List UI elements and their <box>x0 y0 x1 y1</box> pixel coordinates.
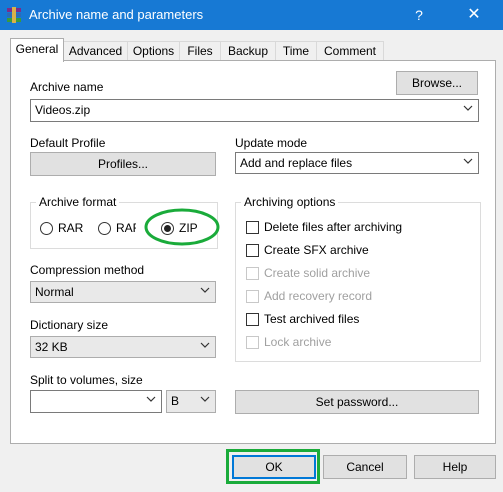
compression-method-value: Normal <box>35 285 74 299</box>
tab-comment[interactable]: Comment <box>316 41 384 61</box>
archiving-options-legend: Archiving options <box>241 195 339 209</box>
split-unit-value: B <box>171 394 180 408</box>
create-sfx-checkbox[interactable] <box>246 244 259 257</box>
help-title-button[interactable]: ? <box>407 4 431 26</box>
lock-archive-label: Lock archive <box>264 335 332 349</box>
radio-rar-label: RAR <box>58 221 84 235</box>
update-mode-value: Add and replace files <box>240 156 353 170</box>
dictionary-size-combo[interactable]: 32 KB <box>30 336 216 358</box>
create-solid-checkbox[interactable] <box>246 267 259 280</box>
split-unit-combo[interactable]: B <box>166 390 216 413</box>
compression-method-combo[interactable]: Normal <box>30 281 216 303</box>
test-files-label: Test archived files <box>264 312 360 326</box>
recovery-record-label: Add recovery record <box>264 289 373 303</box>
delete-files-checkbox[interactable] <box>246 221 259 234</box>
cancel-button[interactable]: Cancel <box>323 455 407 479</box>
chevron-down-icon <box>146 396 156 402</box>
tab-options[interactable]: Options <box>127 41 180 61</box>
close-button[interactable]: ✕ <box>462 4 486 26</box>
window-title: Archive name and parameters <box>29 7 204 22</box>
help-button[interactable]: Help <box>414 455 496 479</box>
dictionary-size-value: 32 KB <box>35 340 68 354</box>
radio-rar[interactable] <box>40 222 53 235</box>
delete-files-label: Delete files after archiving <box>264 220 403 234</box>
update-mode-label: Update mode <box>235 136 308 150</box>
compression-method-label: Compression method <box>30 263 145 277</box>
dictionary-size-label: Dictionary size <box>30 318 109 332</box>
chevron-down-icon <box>463 158 473 164</box>
split-volumes-label: Split to volumes, size <box>30 373 143 387</box>
general-panel: Archive name Browse... Videos.zip Defaul… <box>10 60 496 444</box>
ok-highlight-box <box>226 449 320 484</box>
tab-time[interactable]: Time <box>275 41 317 61</box>
archive-name-combo[interactable]: Videos.zip <box>30 99 479 122</box>
winrar-icon <box>7 7 21 23</box>
title-bar[interactable]: Archive name and parameters ? ✕ <box>0 0 503 30</box>
test-files-checkbox[interactable] <box>246 313 259 326</box>
update-mode-combo[interactable]: Add and replace files <box>235 152 479 174</box>
tab-advanced[interactable]: Advanced <box>63 41 128 61</box>
split-volumes-combo[interactable] <box>30 390 162 413</box>
archiving-options-group: Archiving options Delete files after arc… <box>235 195 481 362</box>
archive-name-value: Videos.zip <box>35 103 91 117</box>
tab-backup[interactable]: Backup <box>220 41 276 61</box>
chevron-down-icon <box>200 396 210 402</box>
browse-button[interactable]: Browse... <box>396 71 478 95</box>
chevron-down-icon <box>200 287 210 293</box>
chevron-down-icon <box>463 105 473 111</box>
recovery-record-checkbox[interactable] <box>246 290 259 303</box>
archive-name-label: Archive name <box>30 80 104 94</box>
tab-general[interactable]: General <box>10 38 64 62</box>
set-password-button[interactable]: Set password... <box>235 390 479 414</box>
lock-archive-checkbox[interactable] <box>246 336 259 349</box>
archive-format-legend: Archive format <box>36 195 120 209</box>
chevron-down-icon <box>200 342 210 348</box>
create-solid-label: Create solid archive <box>264 266 371 280</box>
create-sfx-label: Create SFX archive <box>264 243 369 257</box>
highlight-ellipse <box>144 208 220 246</box>
profiles-button[interactable]: Profiles... <box>30 152 216 176</box>
tab-files[interactable]: Files <box>179 41 221 61</box>
default-profile-label: Default Profile <box>30 136 106 150</box>
radio-rar4[interactable] <box>98 222 111 235</box>
radio-rar4-label: RAR4 <box>116 221 136 235</box>
